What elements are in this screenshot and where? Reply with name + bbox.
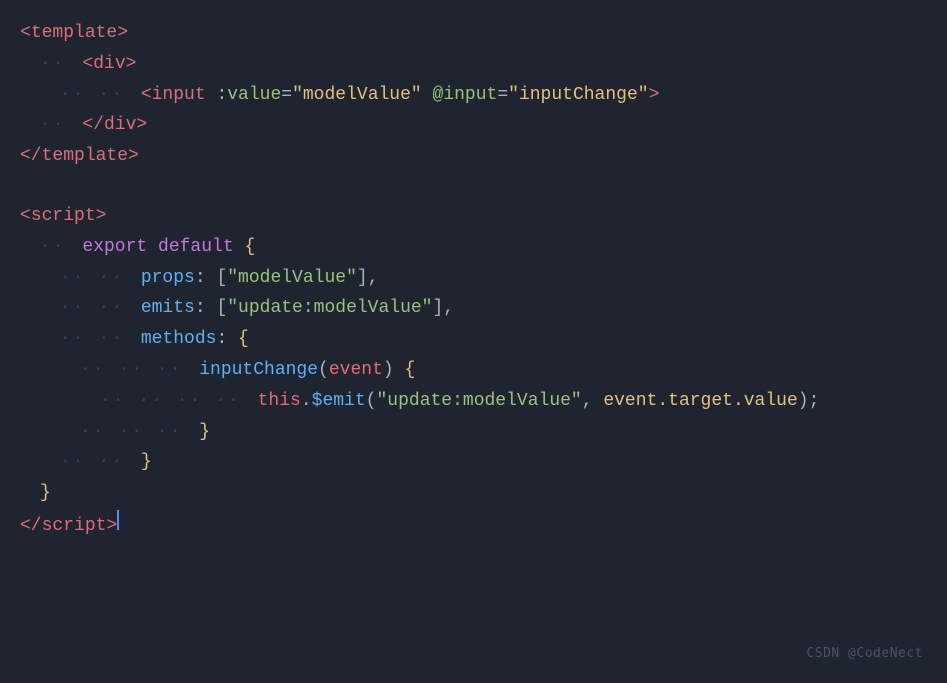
paren-close-semi: ); <box>798 387 820 416</box>
bracket: < <box>141 81 152 110</box>
line-export-default: ·· export default { <box>0 232 947 263</box>
indent-dots: ·· ·· <box>60 294 137 323</box>
line-div-open: ·· <div> <box>0 49 947 80</box>
bracket: </ <box>20 142 42 171</box>
line-script-close: </script> <box>0 509 947 542</box>
comma: , <box>582 387 604 416</box>
colon: : <box>216 325 238 354</box>
prop-emits: emits <box>141 294 195 323</box>
paren-close: ) <box>383 356 394 385</box>
indent-dots: ·· <box>40 233 78 262</box>
space <box>206 81 217 110</box>
brace-open: { <box>238 325 249 354</box>
attr-value-val: "modelValue" <box>292 81 422 110</box>
param-event: event <box>329 356 383 385</box>
array-close: ] <box>357 264 368 293</box>
space <box>394 356 405 385</box>
event-target-value: event.target.value <box>603 387 797 416</box>
tag-template: template <box>31 19 117 48</box>
indent-dots: ·· ·· ·· <box>80 418 195 447</box>
indent-dots: ·· <box>40 111 78 140</box>
brace-close-export: } <box>40 479 51 508</box>
line-inputchange-def: ·· ·· ·· inputChange(event) { <box>0 355 947 386</box>
indent-dots: ·· ·· ·· ·· <box>100 387 254 416</box>
empty-line <box>0 172 947 201</box>
attr-value-bind: :value <box>216 81 281 110</box>
line-emits: ·· ·· emits: ["update:modelValue"], <box>0 293 947 324</box>
line-methods-close: ·· ·· } <box>0 447 947 478</box>
indent-dots: ·· <box>40 50 78 79</box>
dot: . <box>301 387 312 416</box>
bracket: > <box>106 512 117 541</box>
line-methods: ·· ·· methods: { <box>0 324 947 355</box>
line-div-close: ·· </div> <box>0 110 947 141</box>
equals: = <box>281 81 292 110</box>
bracket: < <box>20 202 31 231</box>
space <box>234 233 245 262</box>
paren-open: ( <box>366 387 377 416</box>
bracket: > <box>128 142 139 171</box>
watermark: CSDN @CodeNect <box>806 644 923 665</box>
tag-script: script <box>31 202 96 231</box>
keyword-this: this <box>258 387 301 416</box>
brace-open: { <box>244 233 255 262</box>
attr-input-event: @input <box>433 81 498 110</box>
bracket: > <box>126 50 137 79</box>
line-template-close: </template> <box>0 141 947 172</box>
attr-input-val: "inputChange" <box>508 81 648 110</box>
brace-open: { <box>405 356 416 385</box>
brace-close-methods: } <box>141 448 152 477</box>
paren-open: ( <box>318 356 329 385</box>
tag-template-close: template <box>42 142 128 171</box>
tag-input: input <box>152 81 206 110</box>
indent-dots: ·· ·· <box>60 264 137 293</box>
keyword-export: export <box>82 233 147 262</box>
colon: : <box>195 294 217 323</box>
string-update-emit: "update:modelValue" <box>376 387 581 416</box>
bracket: > <box>136 111 147 140</box>
line-props: ·· ·· props: ["modelValue"], <box>0 263 947 294</box>
line-this-emit: ·· ·· ·· ·· this.$emit("update:modelValu… <box>0 386 947 417</box>
indent-dots: ·· ·· <box>60 448 137 477</box>
brace-close-inner: } <box>199 418 210 447</box>
func-inputchange: inputChange <box>199 356 318 385</box>
equals: = <box>497 81 508 110</box>
string-update: "update:modelValue" <box>227 294 432 323</box>
space <box>147 233 158 262</box>
code-viewer: <template> ·· <div> ·· ·· <input :value=… <box>0 0 947 683</box>
array-open: [ <box>216 294 227 323</box>
keyword-default: default <box>158 233 234 262</box>
prop-methods: methods <box>141 325 217 354</box>
bracket: </ <box>20 512 42 541</box>
array-close: ] <box>432 294 443 323</box>
colon: : <box>195 264 217 293</box>
line-export-close: } <box>0 478 947 509</box>
bracket: < <box>20 19 31 48</box>
tag-script-close: script <box>42 512 107 541</box>
line-template-open: <template> <box>0 18 947 49</box>
bracket: < <box>82 50 93 79</box>
bracket: > <box>96 202 107 231</box>
tag-div-close: div <box>104 111 136 140</box>
bracket: > <box>649 81 660 110</box>
method-emit: $emit <box>312 387 366 416</box>
string-modelvalue: "modelValue" <box>227 264 357 293</box>
line-inner-close: ·· ·· ·· } <box>0 417 947 448</box>
space <box>422 81 433 110</box>
array-open: [ <box>216 264 227 293</box>
line-script-open: <script> <box>0 201 947 232</box>
tag-div: div <box>93 50 125 79</box>
indent-dots: ·· ·· <box>60 325 137 354</box>
indent-dots: ·· ·· ·· <box>80 356 195 385</box>
bracket: </ <box>82 111 104 140</box>
bracket: > <box>117 19 128 48</box>
indent-dots: ·· ·· <box>60 81 137 110</box>
comma: , <box>368 264 379 293</box>
line-input-tag: ·· ·· <input :value="modelValue" @input=… <box>0 80 947 111</box>
comma: , <box>443 294 454 323</box>
cursor <box>117 510 119 530</box>
prop-props: props <box>141 264 195 293</box>
